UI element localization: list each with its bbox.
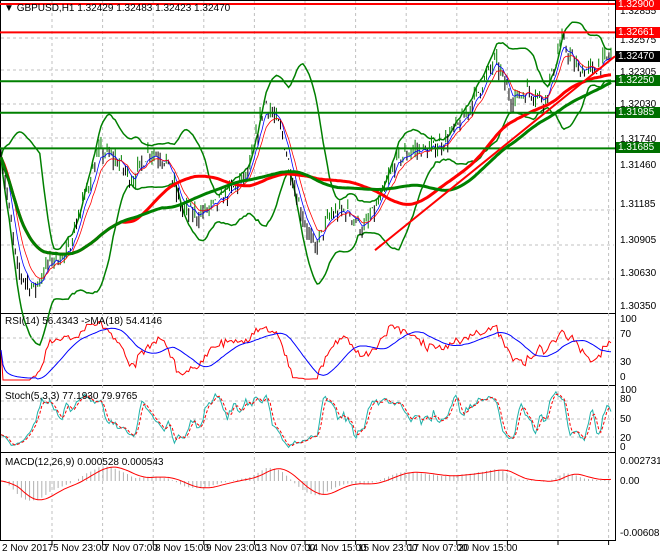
rsi-tick: 0 — [620, 372, 626, 383]
chart-canvas[interactable] — [0, 0, 660, 560]
resistance-tag: 1.32661 — [616, 27, 660, 38]
rsi-ma-line — [0, 327, 612, 380]
macd-signal-line — [0, 466, 612, 501]
rsi-label: RSI(14) 56.4343 ->MA(18) 54.4146 — [5, 316, 163, 327]
bollinger-lower — [0, 79, 612, 346]
macd-tick: -0.006081 — [620, 528, 660, 539]
time-label: 9 Nov 23:00 — [206, 543, 260, 554]
macd-tick: 0.002731 — [620, 456, 660, 467]
rsi-tick: 100 — [620, 314, 637, 325]
stoch-tick: 80 — [620, 394, 632, 405]
time-label: 7 Nov 07:00 — [104, 543, 158, 554]
symbol-label: GBPUSD,H1 — [16, 3, 75, 14]
current-price-tag: 1.32470 — [616, 51, 660, 62]
trading-chart[interactable]: ▼ GBPUSD,H1 1.32429 1.32483 1.32423 1.32… — [0, 0, 660, 560]
stoch-label: Stoch(5,3,3) 77.1930 79.9765 — [5, 391, 138, 402]
time-label: 8 Nov 15:00 — [155, 543, 209, 554]
resistance-tag: 1.32900 — [616, 0, 660, 10]
price-tick: 1.31185 — [620, 199, 656, 210]
macd-tick: 0.00 — [620, 476, 640, 487]
rsi-tick: 70 — [620, 329, 632, 340]
price-tick: 1.30350 — [620, 301, 657, 312]
time-label: 2 Nov 2017 — [2, 543, 54, 554]
ohlc-values: 1.32429 1.32483 1.32423 1.32470 — [77, 3, 231, 14]
dropdown-triangle-icon[interactable]: ▼ — [4, 3, 14, 14]
macd-label: MACD(12,26,9) 0.000528 0.000543 — [5, 457, 164, 468]
panel-frame — [0, 0, 616, 314]
time-label: 5 Nov 23:00 — [53, 543, 107, 554]
stoch-tick: 50 — [620, 414, 632, 425]
support-tag: 1.32250 — [616, 75, 660, 86]
time-label: 20 Nov 15:00 — [458, 543, 518, 554]
price-tick: 1.30905 — [620, 235, 657, 246]
price-tick: 1.31460 — [620, 160, 657, 171]
rsi-line — [0, 320, 612, 381]
price-tick: 1.30630 — [620, 268, 657, 279]
stoch-tick: 0 — [620, 442, 626, 453]
rsi-tick: 30 — [620, 357, 632, 368]
chart-header: ▼ GBPUSD,H1 1.32429 1.32483 1.32423 1.32… — [4, 3, 230, 14]
support-tag: 1.31985 — [616, 107, 660, 118]
support-tag: 1.31685 — [616, 142, 660, 153]
